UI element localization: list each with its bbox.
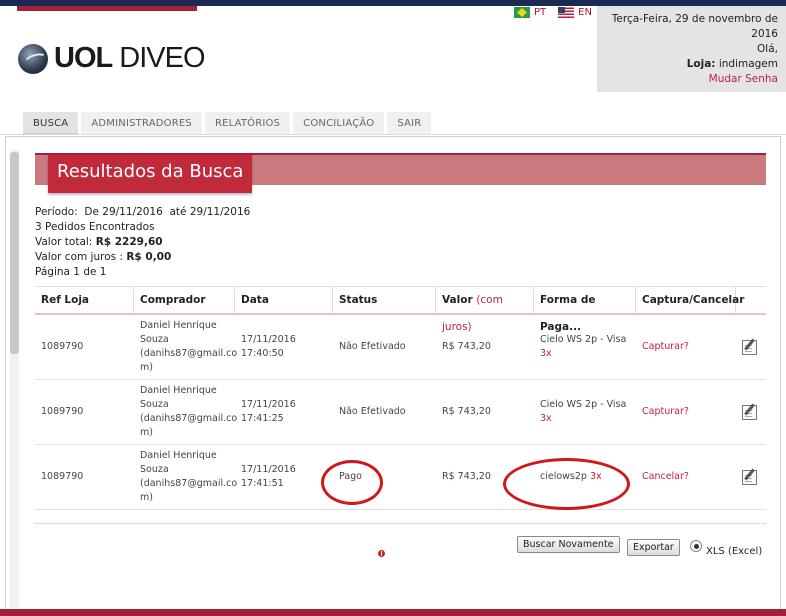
table-row: 1089790 Daniel Henrique Souza (danihs87@gm…: [35, 315, 766, 380]
table-header: Ref Loja Comprador Data Status Valor (co…: [35, 286, 766, 333]
globe-logo-icon: [18, 43, 48, 74]
alert-icon: [378, 550, 385, 557]
table-row: 1089790 Daniel Henrique Souza (danihs87@gm…: [35, 445, 766, 510]
col-date[interactable]: Data: [235, 287, 333, 313]
period-line: Período: De 29/11/2016 até 29/11/2016: [35, 206, 251, 218]
logo-wordmark: UOL DIVEO: [54, 42, 206, 74]
search-summary: Período: De 29/11/2016 até 29/11/2016 3 …: [35, 205, 250, 280]
cell-ref: 1089790: [41, 341, 84, 352]
col-status[interactable]: Status: [333, 287, 436, 313]
search-again-button[interactable]: Buscar Novamente: [517, 536, 620, 553]
current-date: Terça-Feira, 29 de novembro de 2016: [611, 13, 778, 40]
edit-icon[interactable]: [742, 404, 757, 420]
cell-value: R$ 743,20: [442, 406, 491, 417]
cell-value: R$ 743,20: [442, 341, 491, 352]
flag-brazil-icon: [514, 7, 530, 18]
brand-logo[interactable]: UOL DIVEO: [18, 42, 206, 75]
results-title: Resultados da Busca: [48, 155, 253, 193]
cell-buyer: Daniel Henrique Souza (danihs87@gmail.co m): [140, 385, 238, 438]
cell-ref: 1089790: [41, 471, 84, 482]
export-format-radio[interactable]: [690, 540, 702, 552]
interest-value-line: Valor com juros : R$ 0,00: [35, 251, 172, 263]
logo-accent-strip: [17, 6, 197, 11]
tab-divider: [0, 134, 786, 135]
flag-uk-icon: [558, 7, 575, 18]
pagination-text: Página 1 de 1: [35, 266, 107, 278]
col-value[interactable]: Valor (com juros): [436, 287, 534, 333]
tab-sair[interactable]: SAIR: [387, 112, 432, 135]
scrollbar-thumb[interactable]: [10, 152, 19, 354]
tab-busca[interactable]: BUSCA: [23, 112, 79, 135]
orders-table: Ref Loja Comprador Data Status Valor (co…: [35, 286, 766, 510]
cancel-link[interactable]: Cancelar?: [636, 470, 736, 484]
bottom-border: [0, 609, 786, 616]
cell-date: 17/11/2016 17:41:51: [241, 464, 296, 489]
cell-date: 17/11/2016 17:41:25: [241, 399, 296, 424]
cell-status: Não Efetivado: [339, 406, 406, 417]
capture-link[interactable]: Capturar?: [636, 340, 736, 354]
cell-ref: 1089790: [41, 406, 84, 417]
table-footer-divider: [35, 523, 766, 524]
greeting: Olá,: [757, 43, 778, 55]
change-password-link[interactable]: Mudar Senha: [607, 72, 778, 87]
cell-payment: Cielo WS 2p - Visa 3x: [540, 334, 627, 359]
language-switcher: PT EN: [514, 7, 592, 18]
cell-buyer: Daniel Henrique Souza (danihs87@gmail.co m): [140, 450, 238, 503]
tab-administradores[interactable]: ADMINISTRADORES: [81, 112, 202, 135]
main-tabs: BUSCA ADMINISTRADORES RELATÓRIOS CONCILI…: [23, 112, 432, 135]
cell-status: Não Efetivado: [339, 341, 406, 352]
edit-icon[interactable]: [742, 469, 757, 485]
cell-date: 17/11/2016 17:40:50: [241, 334, 296, 359]
export-format-label: XLS (Excel): [706, 546, 763, 557]
tab-relatorios[interactable]: RELATÓRIOS: [204, 112, 291, 135]
annotation-circle-payment: [503, 458, 630, 510]
user-info-box: Terça-Feira, 29 de novembro de 2016 Olá,…: [597, 6, 786, 92]
col-ref[interactable]: Ref Loja: [35, 287, 134, 313]
cell-payment: Cielo WS 2p - Visa 3x: [540, 399, 627, 424]
edit-icon[interactable]: [742, 339, 757, 355]
col-capture[interactable]: Captura/Cancelar: [636, 287, 744, 313]
table-row: 1089790 Daniel Henrique Souza (danihs87@gm…: [35, 380, 766, 445]
export-button[interactable]: Exportar: [627, 539, 680, 556]
lang-pt-link[interactable]: PT: [514, 7, 546, 18]
lang-pt-label: PT: [534, 7, 547, 18]
total-value-line: Valor total: R$ 2229,60: [35, 236, 163, 248]
lang-en-link[interactable]: EN: [558, 7, 592, 18]
cell-buyer: Daniel Henrique Souza (danihs87@gmail.co m): [140, 320, 238, 373]
lang-en-label: EN: [578, 7, 592, 18]
capture-link[interactable]: Capturar?: [636, 405, 736, 419]
col-buyer[interactable]: Comprador: [134, 287, 235, 313]
cell-edit: [736, 469, 766, 485]
tab-conciliacao[interactable]: CONCILIAÇÃO: [293, 112, 385, 135]
col-payment[interactable]: Forma de Paga...: [534, 287, 636, 333]
annotation-circle-status: [321, 460, 383, 505]
orders-found: 3 Pedidos Encontrados: [35, 221, 155, 233]
cell-edit: [736, 339, 766, 355]
col-edit: [736, 287, 766, 313]
store-info: Loja: indimagem: [686, 58, 778, 70]
cell-edit: [736, 404, 766, 420]
